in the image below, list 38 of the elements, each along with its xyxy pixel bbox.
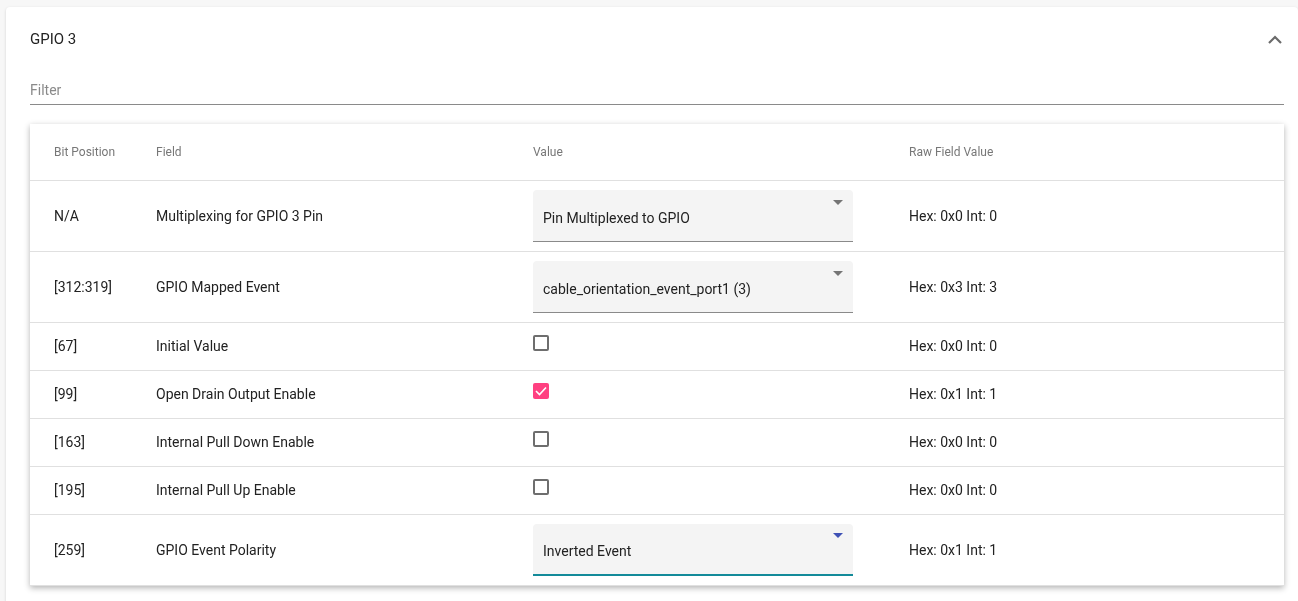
table-cell: [259]: [54, 541, 86, 558]
table-cell: N/A: [54, 207, 79, 224]
column-header: Raw Field Value: [909, 145, 994, 159]
table-cell: [312:319]: [54, 278, 113, 295]
table-cell: Hex: 0x0 Int: 0: [909, 434, 998, 450]
table-cell: GPIO Event Polarity: [156, 541, 277, 558]
dropdown-arrow-icon: [833, 200, 843, 205]
dropdown-field[interactable]: Pin Multiplexed to GPIO: [533, 190, 853, 242]
column-header: Value: [533, 145, 563, 159]
table-cell: Internal Pull Down Enable: [156, 434, 315, 450]
table-cell: Hex: 0x0 Int: 0: [909, 207, 998, 224]
table-cell: Hex: 0x0 Int: 0: [909, 338, 998, 354]
column-header: Field: [156, 145, 182, 159]
table-cell: GPIO Mapped Event: [156, 278, 280, 295]
table-cell: Initial Value: [156, 338, 229, 354]
table-cell: Hex: 0x3 Int: 3: [909, 278, 998, 295]
filter-input[interactable]: Filter: [30, 77, 1284, 105]
table-cell: [195]: [54, 482, 86, 498]
checkbox[interactable]: [533, 430, 549, 447]
column-header: Bit Position: [54, 145, 116, 159]
dropdown-field[interactable]: Inverted Event: [533, 524, 853, 576]
table-cell: Hex: 0x0 Int: 0: [909, 482, 998, 498]
dropdown-field[interactable]: cable_orientation_event_port1 (3): [533, 261, 853, 313]
table-cell: Open Drain Output Enable: [156, 386, 316, 402]
table-cell: Multiplexing for GPIO 3 Pin: [156, 207, 324, 224]
table-cell: Hex: 0x1 Int: 1: [909, 541, 998, 558]
checkbox[interactable]: [533, 382, 549, 399]
table-cell: Hex: 0x1 Int: 1: [909, 386, 998, 402]
dropdown-arrow-icon: [833, 533, 843, 538]
panel-title: GPIO 3: [30, 28, 77, 50]
table-cell: Internal Pull Up Enable: [156, 482, 296, 498]
table-cell: [99]: [54, 386, 78, 402]
table-cell: [67]: [54, 338, 78, 354]
checkbox[interactable]: [533, 478, 549, 495]
table-cell: [163]: [54, 434, 86, 450]
checkbox[interactable]: [533, 334, 549, 351]
dropdown-arrow-icon: [833, 271, 843, 276]
chevron-up-icon[interactable]: [1268, 34, 1282, 44]
